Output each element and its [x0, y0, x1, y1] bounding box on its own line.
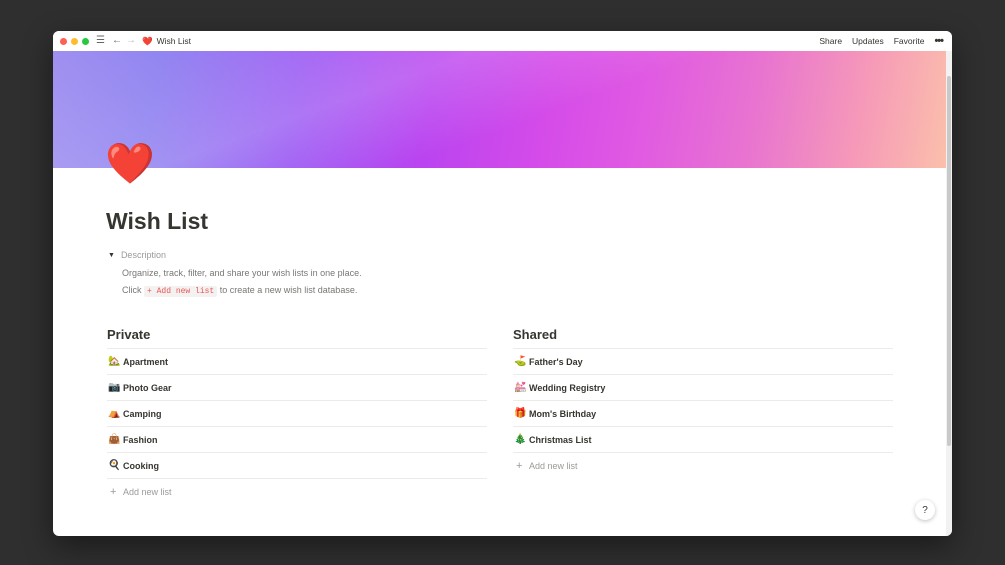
page-icon[interactable]: ❤️ [105, 144, 155, 184]
description-toggle[interactable]: ▼ Description [108, 250, 166, 260]
cover-image [53, 51, 946, 168]
handbag-icon: 👜 [108, 434, 121, 445]
breadcrumb-emoji: ❤️ [141, 35, 153, 46]
breadcrumb[interactable]: ❤️ Wish List [142, 36, 191, 47]
plus-icon: + [516, 459, 523, 472]
close-window-button[interactable] [60, 37, 67, 45]
add-new-list-label: Add new list [123, 486, 172, 497]
private-add-new-list-button[interactable]: + Add new list [107, 478, 487, 504]
camera-icon: 📷 [108, 382, 121, 393]
list-item-cooking[interactable]: 🍳 Cooking [107, 452, 487, 478]
list-item-photo-gear[interactable]: 📷 Photo Gear [107, 374, 487, 400]
favorite-button[interactable]: Favorite [894, 36, 925, 46]
wedding-chapel-icon: 💒 [514, 382, 527, 393]
more-options-icon[interactable]: ••• [934, 35, 944, 47]
shared-add-new-list-button[interactable]: + Add new list [513, 452, 893, 478]
toggle-triangle-icon[interactable]: ▼ [108, 252, 115, 259]
list-item-label: Fashion [123, 434, 158, 445]
shared-section-title: Shared [513, 327, 558, 342]
plus-icon: + [110, 485, 117, 498]
list-item-christmas-list[interactable]: 🎄 Christmas List [513, 426, 893, 452]
title-bar: ☰ ← → ❤️ Wish List Share Updates Favorit… [53, 31, 952, 51]
window-controls [60, 37, 89, 45]
list-item-fashion[interactable]: 👜 Fashion [107, 426, 487, 452]
desc-suffix: to create a new wish list database. [219, 285, 358, 295]
forward-arrow-icon[interactable]: → [126, 36, 136, 46]
list-item-label: Father's Day [529, 356, 583, 367]
add-new-list-code: + Add new list [144, 286, 218, 297]
private-section-title: Private [107, 327, 151, 342]
list-item-apartment[interactable]: 🏡 Apartment [107, 348, 487, 374]
list-item-camping[interactable]: ⛺ Camping [107, 400, 487, 426]
house-icon: 🏡 [108, 356, 121, 367]
list-item-label: Mom's Birthday [529, 408, 597, 419]
share-button[interactable]: Share [819, 36, 842, 46]
updates-button[interactable]: Updates [852, 36, 884, 46]
scrollbar-thumb[interactable] [947, 76, 951, 446]
list-item-label: Cooking [123, 460, 159, 471]
help-button[interactable]: ? [915, 500, 935, 520]
shared-list: ⛳ Father's Day 💒 Wedding Registry 🎁 Mom'… [513, 348, 893, 478]
list-item-label: Apartment [123, 356, 169, 367]
tent-icon: ⛺ [108, 408, 121, 419]
toggle-label: Description [120, 250, 166, 260]
list-item-fathers-day[interactable]: ⛳ Father's Day [513, 348, 893, 374]
frying-pan-icon: 🍳 [108, 460, 121, 471]
list-item-wedding-registry[interactable]: 💒 Wedding Registry [513, 374, 893, 400]
breadcrumb-title: Wish List [156, 36, 192, 46]
page-title[interactable]: Wish List [106, 208, 208, 235]
maximize-window-button[interactable] [82, 37, 89, 45]
list-item-label: Photo Gear [123, 382, 172, 393]
gift-icon: 🎁 [514, 408, 527, 419]
add-new-list-label: Add new list [529, 460, 578, 471]
app-window: ☰ ← → ❤️ Wish List Share Updates Favorit… [53, 31, 952, 536]
golf-flag-icon: ⛳ [514, 356, 527, 367]
back-arrow-icon[interactable]: ← [112, 36, 122, 46]
sidebar-toggle-icon[interactable]: ☰ [96, 36, 105, 46]
private-list: 🏡 Apartment 📷 Photo Gear ⛺ Camping 👜 Fas… [107, 348, 487, 504]
list-item-label: Wedding Registry [529, 382, 606, 393]
christmas-tree-icon: 🎄 [514, 434, 527, 445]
description-line-1: Organize, track, filter, and share your … [122, 268, 362, 278]
desc-prefix: Click [122, 285, 142, 295]
list-item-label: Camping [123, 408, 162, 419]
minimize-window-button[interactable] [71, 37, 78, 45]
list-item-moms-birthday[interactable]: 🎁 Mom's Birthday [513, 400, 893, 426]
description-line-2: Click + Add new list to create a new wis… [122, 285, 358, 297]
list-item-label: Christmas List [529, 434, 592, 445]
